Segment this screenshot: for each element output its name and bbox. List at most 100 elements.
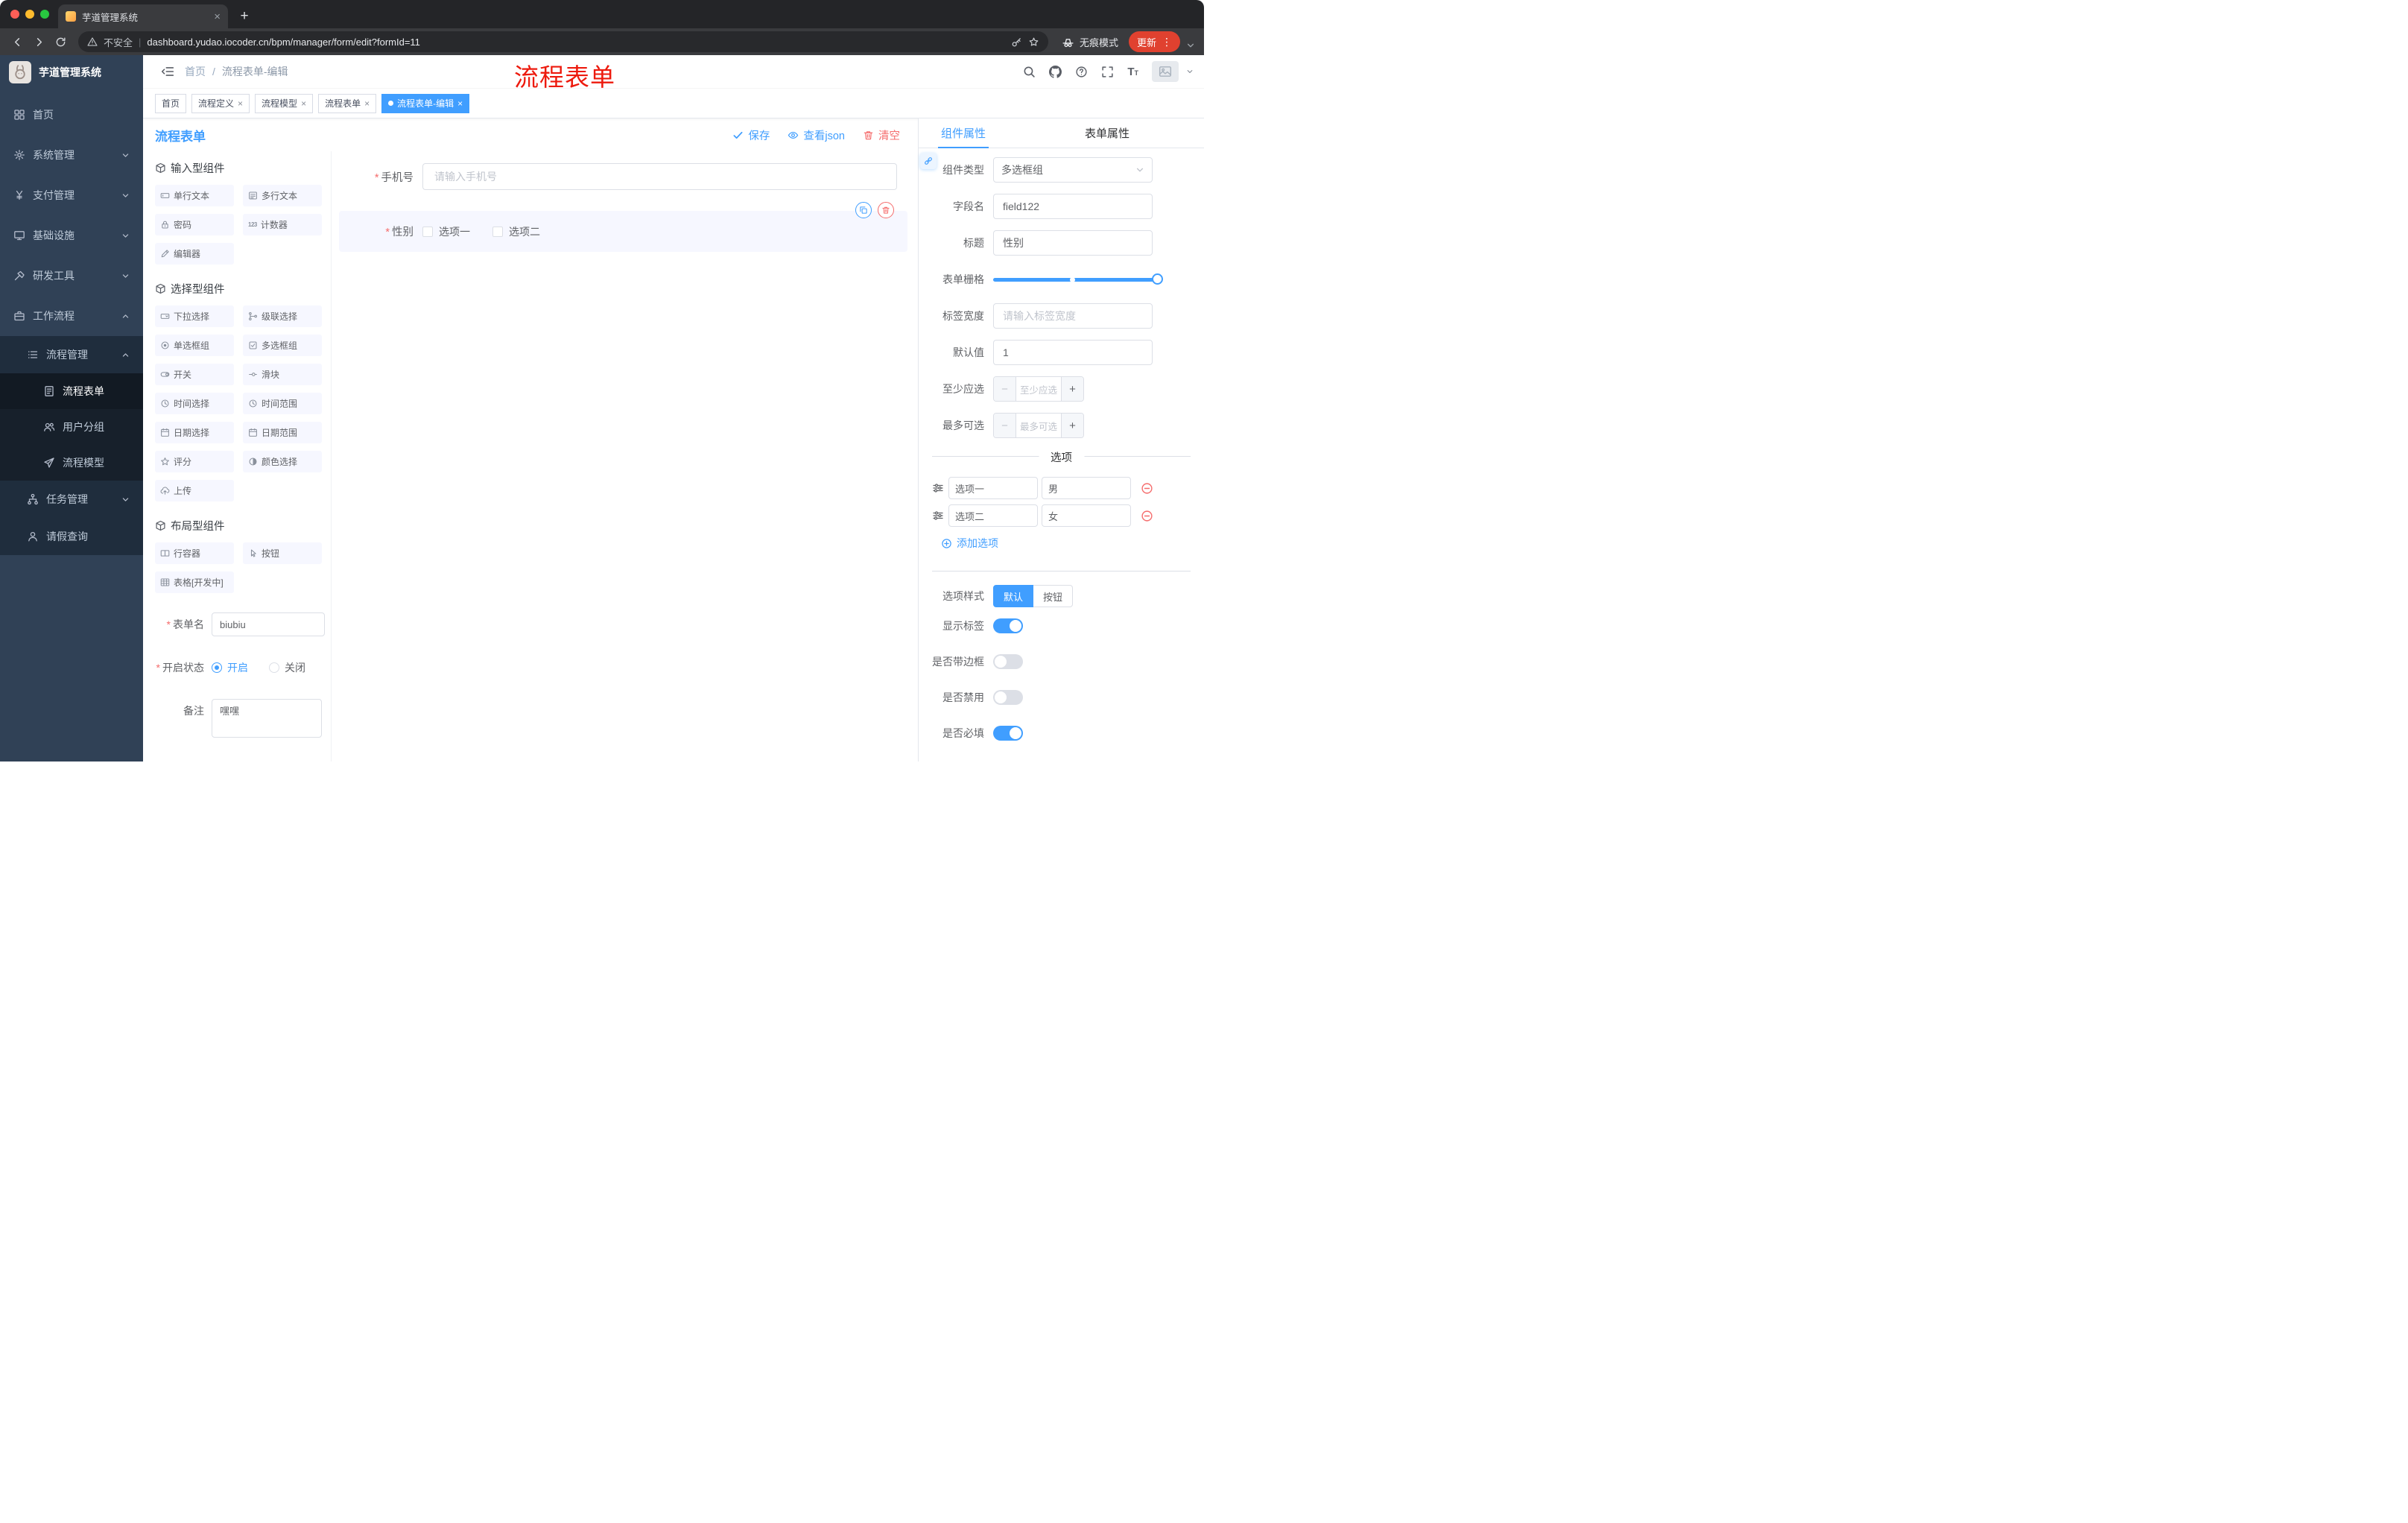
field-name-input[interactable] [993, 194, 1153, 219]
reload-button[interactable] [51, 32, 71, 52]
option-2-value-input[interactable] [1042, 504, 1131, 527]
palette-item-rate[interactable]: 评分 [155, 451, 234, 472]
palette-item-button[interactable]: 按钮 [243, 542, 322, 564]
palette-item-time-range[interactable]: 时间范围 [243, 393, 322, 414]
sidebar-item-dev-tools[interactable]: 研发工具 [0, 256, 143, 296]
new-tab-button[interactable]: + [234, 6, 255, 27]
fullscreen-icon[interactable] [1101, 66, 1114, 78]
palette-item-upload[interactable]: 上传 [155, 480, 234, 501]
form-name-input[interactable] [212, 612, 325, 636]
style-default-button[interactable]: 默认 [993, 585, 1034, 607]
close-window-button[interactable] [10, 10, 19, 19]
github-icon[interactable] [1049, 66, 1062, 78]
sidebar-item-home[interactable]: 首页 [0, 95, 143, 135]
minimize-window-button[interactable] [25, 10, 34, 19]
sidebar-item-process-model[interactable]: 流程模型 [0, 445, 143, 481]
label-width-input[interactable] [993, 303, 1153, 329]
remove-option-icon[interactable] [1141, 510, 1153, 522]
sidebar-item-infrastructure[interactable]: 基础设施 [0, 215, 143, 256]
sidebar-item-user-group[interactable]: 用户分组 [0, 409, 143, 445]
style-button-button[interactable]: 按钮 [1033, 585, 1074, 607]
tag-process-form[interactable]: 流程表单 × [318, 93, 377, 113]
browser-tab[interactable]: 芋道管理系统 × [58, 4, 228, 28]
bookmark-star-icon[interactable] [1028, 37, 1039, 48]
palette-item-slider[interactable]: 滑块 [243, 364, 322, 385]
sidebar-item-process-form[interactable]: 流程表单 [0, 373, 143, 409]
drag-handle-icon[interactable] [932, 482, 944, 494]
tag-process-form-edit[interactable]: 流程表单-编辑 × [381, 93, 470, 113]
palette-item-editor[interactable]: 编辑器 [155, 243, 234, 265]
canvas-field-phone[interactable]: * 手机号 [339, 163, 907, 190]
status-on-radio[interactable]: 开启 [212, 660, 248, 675]
close-icon[interactable]: × [457, 99, 463, 108]
remove-option-icon[interactable] [1141, 482, 1153, 495]
zoom-window-button[interactable] [40, 10, 49, 19]
link-icon[interactable] [920, 153, 937, 169]
border-toggle[interactable] [993, 654, 1023, 669]
delete-field-button[interactable] [878, 202, 894, 218]
tab-form-props[interactable]: 表单属性 [1082, 118, 1132, 148]
palette-item-time-picker[interactable]: 时间选择 [155, 393, 234, 414]
help-icon[interactable] [1075, 66, 1088, 78]
palette-item-table[interactable]: 表格[开发中] [155, 571, 234, 593]
option-2-label-input[interactable] [948, 504, 1038, 527]
back-button[interactable] [7, 32, 28, 52]
form-canvas[interactable]: *手机号 *性别 选项一 选项二 [332, 151, 918, 762]
tag-home[interactable]: 首页 [155, 93, 187, 113]
palette-item-date-picker[interactable]: 日期选择 [155, 422, 234, 443]
update-button[interactable]: 更新 ⋮ [1128, 31, 1180, 52]
palette-item-date-range[interactable]: 日期范围 [243, 422, 322, 443]
palette-item-password[interactable]: 密码 [155, 214, 234, 235]
avatar[interactable] [1152, 61, 1179, 82]
tag-process-definition[interactable]: 流程定义 × [191, 93, 250, 113]
palette-item-switch[interactable]: 开关 [155, 364, 234, 385]
palette-item-cascader[interactable]: 级联选择 [243, 305, 322, 327]
required-toggle[interactable] [993, 726, 1023, 741]
palette-item-color-picker[interactable]: 颜色选择 [243, 451, 322, 472]
minus-icon[interactable]: − [994, 377, 1016, 401]
menu-kebab-icon[interactable]: ⋮ [1162, 36, 1172, 48]
breadcrumb-home[interactable]: 首页 [185, 64, 206, 79]
clear-button[interactable]: 清空 [863, 127, 900, 143]
slider-handle[interactable] [1152, 273, 1163, 285]
checkbox-option-1[interactable]: 选项一 [422, 224, 470, 239]
canvas-field-gender-selected[interactable]: * 性别 选项一 选项二 [339, 202, 907, 252]
sidebar-item-task-management[interactable]: 任务管理 [0, 481, 143, 518]
palette-item-counter[interactable]: 123 计数器 [243, 214, 322, 235]
search-icon[interactable] [1023, 66, 1036, 78]
save-button[interactable]: 保存 [732, 127, 770, 143]
palette-item-single-line-text[interactable]: 单行文本 [155, 185, 234, 206]
add-option-button[interactable]: 添加选项 [941, 536, 1204, 551]
phone-input[interactable] [422, 163, 897, 190]
default-value-input[interactable] [993, 340, 1153, 365]
checkbox-option-2[interactable]: 选项二 [492, 224, 540, 239]
chevron-down-icon[interactable] [1186, 41, 1195, 50]
sidebar-item-system[interactable]: 系统管理 [0, 135, 143, 175]
close-icon[interactable]: × [238, 99, 243, 108]
minus-icon[interactable]: − [994, 414, 1016, 437]
plus-icon[interactable]: + [1061, 414, 1083, 437]
form-remark-textarea[interactable]: 嘿嘿 [212, 699, 322, 738]
sidebar-item-leave-query[interactable]: 请假查询 [0, 518, 143, 555]
option-1-label-input[interactable] [948, 477, 1038, 499]
palette-item-checkbox-group[interactable]: 多选框组 [243, 335, 322, 356]
view-json-button[interactable]: 查看json [788, 127, 845, 143]
password-key-icon[interactable] [1011, 37, 1022, 48]
palette-item-row-container[interactable]: 行容器 [155, 542, 234, 564]
palette-item-radio-group[interactable]: 单选框组 [155, 335, 234, 356]
disabled-toggle[interactable] [993, 690, 1023, 705]
drag-handle-icon[interactable] [932, 510, 944, 522]
palette-item-multi-line-text[interactable]: 多行文本 [243, 185, 322, 206]
sidebar-item-payment[interactable]: 支付管理 [0, 175, 143, 215]
sidebar-item-workflow[interactable]: 工作流程 [0, 296, 143, 336]
title-input[interactable] [993, 230, 1153, 256]
sidebar-item-process-management[interactable]: 流程管理 [0, 336, 143, 373]
forward-button[interactable] [29, 32, 49, 52]
tab-close-icon[interactable]: × [214, 11, 221, 22]
copy-field-button[interactable] [855, 202, 872, 218]
close-icon[interactable]: × [364, 99, 370, 108]
plus-icon[interactable]: + [1061, 377, 1083, 401]
tab-component-props[interactable]: 组件属性 [938, 118, 989, 148]
status-off-radio[interactable]: 关闭 [269, 660, 305, 675]
tag-process-model[interactable]: 流程模型 × [255, 93, 314, 113]
